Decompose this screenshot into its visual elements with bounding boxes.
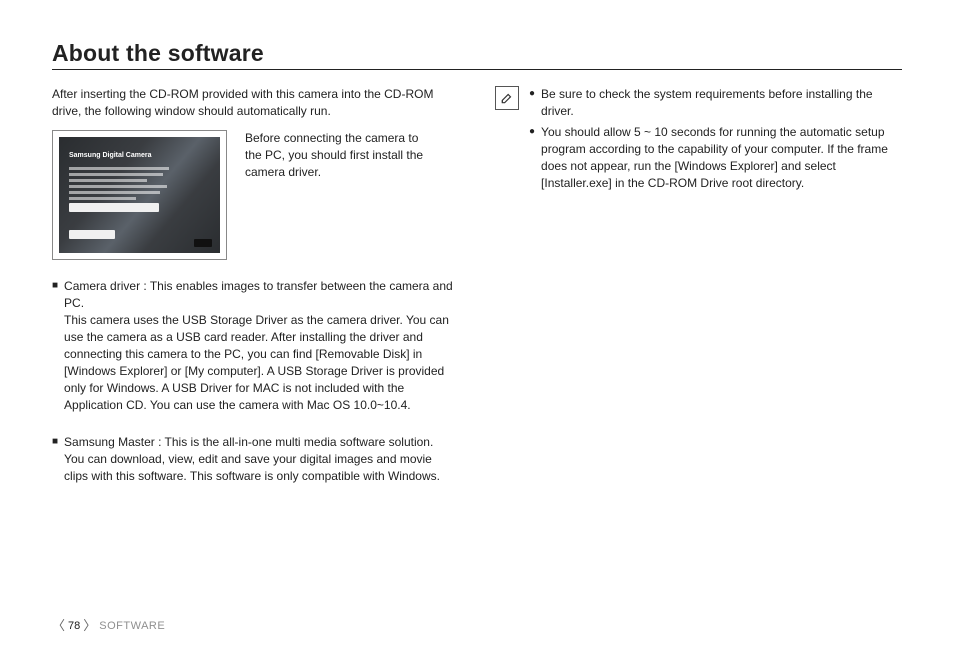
page-title: About the software bbox=[52, 40, 902, 67]
installer-exit-button bbox=[194, 239, 212, 247]
installer-button-primary bbox=[69, 203, 159, 212]
angle-bracket-right-icon: 〉 bbox=[83, 619, 96, 632]
column-left: After inserting the CD-ROM provided with… bbox=[52, 86, 459, 505]
bullet-text: You should allow 5 ~ 10 seconds for runn… bbox=[541, 124, 902, 192]
note-bullet-item: ● Be sure to check the system requiremen… bbox=[529, 86, 902, 120]
item-text: This camera uses the USB Storage Driver … bbox=[64, 313, 449, 412]
pencil-note-icon bbox=[500, 91, 514, 105]
figure-caption: Before connecting the camera to the PC, … bbox=[245, 130, 435, 260]
item-head: Samsung Master : This is the all-in-one … bbox=[64, 435, 433, 449]
square-bullet-icon: ■ bbox=[52, 278, 58, 414]
item-body: Camera driver : This enables images to t… bbox=[64, 278, 459, 414]
note-bullet-item: ● You should allow 5 ~ 10 seconds for ru… bbox=[529, 124, 902, 192]
page-footer: 〈 78 〉 SOFTWARE bbox=[52, 619, 165, 632]
angle-bracket-left-icon: 〈 bbox=[52, 619, 65, 632]
figure-row: Samsung Digital Camera Before connecting… bbox=[52, 130, 459, 260]
note-block: ● Be sure to check the system requiremen… bbox=[495, 86, 902, 196]
page-number: 78 bbox=[68, 620, 80, 632]
square-bullet-icon: ■ bbox=[52, 434, 58, 485]
installer-window-title: Samsung Digital Camera bbox=[69, 151, 151, 161]
item-head: Camera driver : This enables images to t… bbox=[64, 279, 453, 310]
list-item: ■ Camera driver : This enables images to… bbox=[52, 278, 459, 414]
note-icon bbox=[495, 86, 519, 110]
installer-screenshot: Samsung Digital Camera bbox=[52, 130, 227, 260]
document-page: About the software After inserting the C… bbox=[0, 0, 954, 660]
column-right: ● Be sure to check the system requiremen… bbox=[495, 86, 902, 505]
item-body: Samsung Master : This is the all-in-one … bbox=[64, 434, 459, 485]
installer-text-lines bbox=[69, 167, 180, 200]
bullet-text: Be sure to check the system requirements… bbox=[541, 86, 902, 120]
bullet-icon: ● bbox=[529, 124, 535, 192]
installer-button-secondary bbox=[69, 230, 115, 239]
footer-section-label: SOFTWARE bbox=[99, 620, 165, 632]
bullet-icon: ● bbox=[529, 86, 535, 120]
title-underline: About the software bbox=[52, 40, 902, 70]
item-text: You can download, view, edit and save yo… bbox=[64, 452, 440, 483]
columns: After inserting the CD-ROM provided with… bbox=[52, 86, 902, 505]
list-item: ■ Samsung Master : This is the all-in-on… bbox=[52, 434, 459, 485]
intro-paragraph: After inserting the CD-ROM provided with… bbox=[52, 86, 459, 120]
installer-window: Samsung Digital Camera bbox=[59, 137, 220, 253]
note-bullets: ● Be sure to check the system requiremen… bbox=[529, 86, 902, 196]
